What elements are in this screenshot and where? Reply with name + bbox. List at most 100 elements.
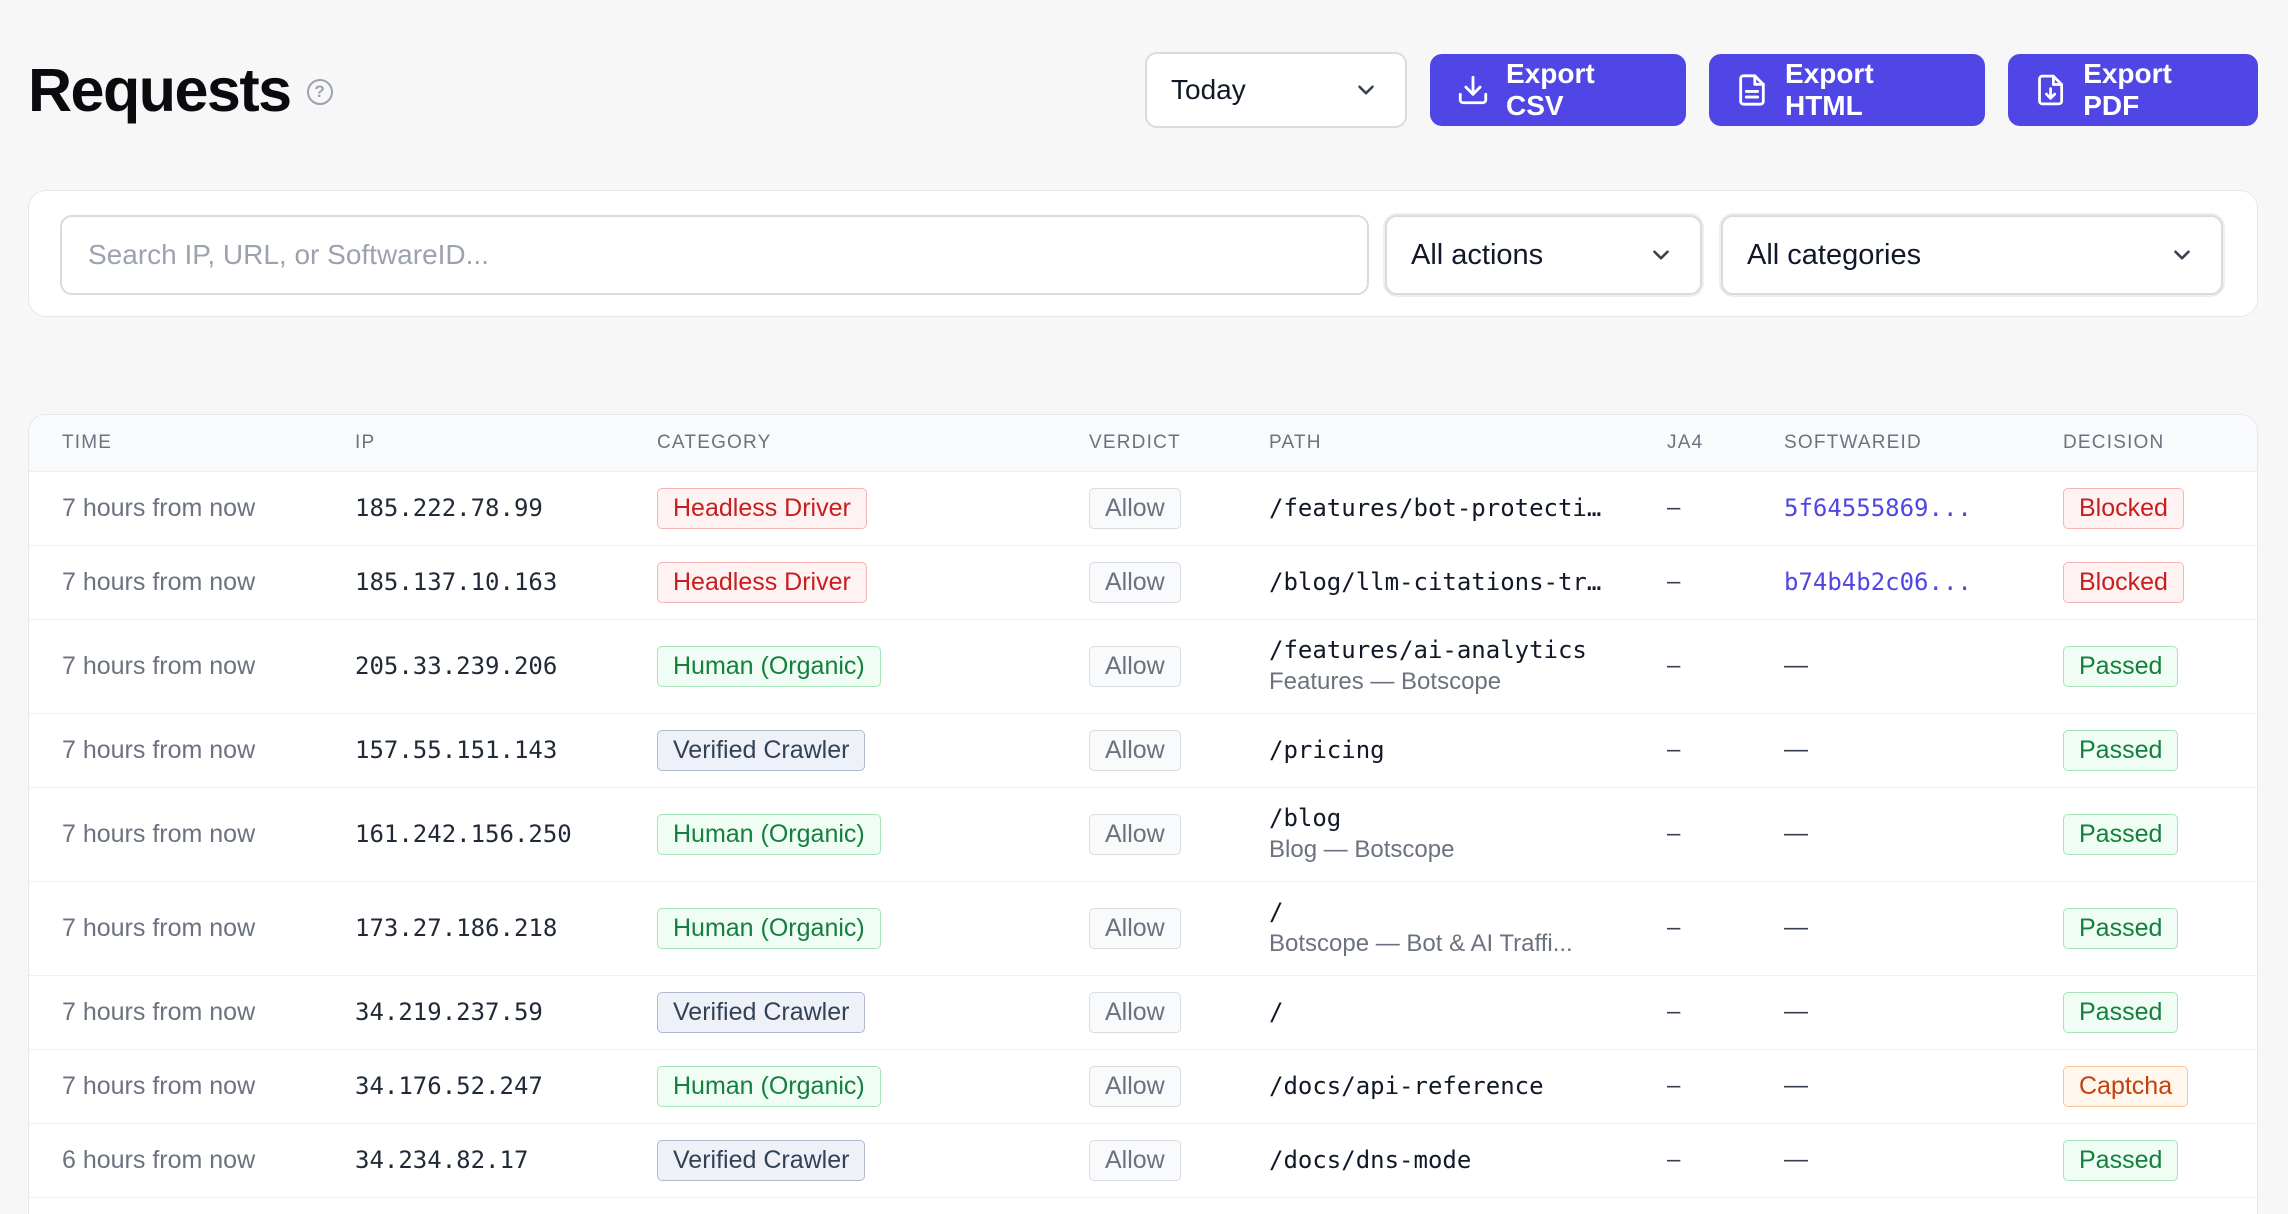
- decision-badge: Passed: [2063, 645, 2179, 687]
- actions-filter-value: All actions: [1411, 238, 1544, 271]
- column-header-category[interactable]: CATEGORY: [624, 415, 1056, 471]
- cell-verdict: Allow: [1056, 1123, 1236, 1198]
- cell-category: Headless Driver: [624, 471, 1056, 546]
- cell-path: /docs/api-reference: [1236, 1049, 1634, 1124]
- cell-path: /blog Blog — Botscope: [1236, 787, 1634, 882]
- cell-softwareid-link[interactable]: 5f64555869...: [1751, 471, 2030, 546]
- cell-time: 7 hours from now: [29, 787, 322, 882]
- cell-ja4: –: [1634, 881, 1751, 976]
- chevron-down-icon: [2174, 250, 2190, 260]
- cell-softwareid-link[interactable]: b74b4b2c06...: [1751, 545, 2030, 620]
- export-csv-button[interactable]: Export CSV: [1430, 54, 1686, 126]
- cell-decision: Passed: [2030, 975, 2257, 1050]
- category-badge: Headless Driver: [657, 487, 867, 529]
- cell-verdict: Allow: [1056, 545, 1236, 620]
- cell-ja4: –: [1634, 1049, 1751, 1124]
- header-actions: Today Export CSV Export HTML Export PDF: [1145, 52, 2258, 128]
- cell-category: Verified Crawler: [624, 713, 1056, 788]
- cell-softwareid: —: [1751, 881, 2030, 976]
- date-range-select[interactable]: Today: [1145, 52, 1407, 128]
- table-row[interactable]: 7 hours from now 34.176.52.247 Human (Or…: [29, 1049, 2257, 1124]
- table-row[interactable]: 7 hours from now 185.137.10.163 Headless…: [29, 545, 2257, 620]
- cell-time: 7 hours from now: [29, 471, 322, 546]
- categories-filter-select[interactable]: All categories: [1721, 215, 2223, 295]
- page-title-subtext: Botscope — Bot & AI Traffi...: [1269, 930, 1573, 957]
- cell-ja4: –: [1634, 471, 1751, 546]
- page-header: Requests ? Today Export CSV Export HTML …: [28, 52, 2258, 128]
- cell-path: /features/bot-protecti…: [1236, 471, 1634, 546]
- cell-softwareid: —: [1751, 713, 2030, 788]
- path-text: /blog/llm-citations-tr…: [1269, 568, 1602, 596]
- cell-decision: Passed: [2030, 713, 2257, 788]
- cell-ja4: –: [1634, 1123, 1751, 1198]
- cell-ja4: –: [1634, 975, 1751, 1050]
- table-row[interactable]: 7 hours from now 185.222.78.99 Headless …: [29, 471, 2257, 546]
- table-row[interactable]: 7 hours from now 205.33.239.206 Human (O…: [29, 619, 2257, 714]
- cell-path: /: [1236, 975, 1634, 1050]
- cell-ip: 185.137.10.163: [322, 545, 624, 620]
- export-pdf-button[interactable]: Export PDF: [2008, 54, 2258, 126]
- path-text: /features/bot-protecti…: [1269, 494, 1602, 522]
- column-header-decision[interactable]: DECISION: [2030, 415, 2257, 471]
- column-header-ip[interactable]: IP: [322, 415, 624, 471]
- cell-ip: 34.234.82.17: [322, 1123, 624, 1198]
- filter-bar: All actions All categories: [28, 190, 2258, 317]
- cell-path: /features/ai-analytics Features — Botscop…: [1236, 619, 1634, 714]
- cell-decision: Blocked: [2030, 471, 2257, 546]
- table-row[interactable]: 7 hours from now 173.27.186.218 Human (O…: [29, 881, 2257, 976]
- cell-verdict: Allow: [1056, 975, 1236, 1050]
- actions-filter-select[interactable]: All actions: [1385, 215, 1702, 295]
- verdict-badge: Allow: [1089, 991, 1181, 1033]
- cell-time: 7 hours from now: [29, 881, 322, 976]
- category-badge: Human (Organic): [657, 907, 881, 949]
- cell-decision: Blocked: [2030, 545, 2257, 620]
- cell-softwareid: —: [1751, 787, 2030, 882]
- table-row[interactable]: 7 hours from now 157.55.151.143 Verified…: [29, 713, 2257, 788]
- export-html-button[interactable]: Export HTML: [1709, 54, 1985, 126]
- page-title: Requests: [28, 56, 292, 124]
- column-header-softwareid[interactable]: SOFTWAREID: [1751, 415, 2030, 471]
- decision-badge: Blocked: [2063, 487, 2184, 529]
- cell-category: Human (Organic): [624, 619, 1056, 714]
- category-badge: Headless Driver: [657, 561, 867, 603]
- table-row[interactable]: 6 hours from now 34.234.82.17 Verified C…: [29, 1123, 2257, 1198]
- cell-path: /pricing: [1236, 713, 1634, 788]
- cell-time: 7 hours from now: [29, 619, 322, 714]
- table-row[interactable]: 7 hours from now 34.219.237.59 Verified …: [29, 975, 2257, 1050]
- cell-ja4: –: [1634, 787, 1751, 882]
- decision-badge: Blocked: [2063, 561, 2184, 603]
- page-title-subtext: Features — Botscope: [1269, 668, 1502, 695]
- cell-verdict: Allow: [1056, 713, 1236, 788]
- category-badge: Verified Crawler: [657, 991, 866, 1033]
- path-text: /features/ai-analytics: [1269, 636, 1587, 664]
- column-header-ja4[interactable]: JA4: [1634, 415, 1751, 471]
- export-csv-label: Export CSV: [1506, 58, 1595, 121]
- column-header-path[interactable]: PATH: [1236, 415, 1634, 471]
- cell-ja4: –: [1634, 545, 1751, 620]
- requests-table: TIME IP CATEGORY VERDICT PATH JA4 SOFTWA…: [28, 414, 2258, 1214]
- column-header-verdict[interactable]: VERDICT: [1056, 415, 1236, 471]
- help-icon[interactable]: ?: [306, 79, 333, 105]
- verdict-badge: Allow: [1089, 729, 1181, 771]
- table-row[interactable]: 7 hours from now 161.242.156.250 Human (…: [29, 787, 2257, 882]
- cell-time: 7 hours from now: [29, 975, 322, 1050]
- path-text: /docs/api-reference: [1269, 1072, 1544, 1100]
- cell-softwareid: —: [1751, 1049, 2030, 1124]
- categories-filter-value: All categories: [1747, 238, 1922, 271]
- table-row[interactable]: [29, 1197, 2257, 1214]
- column-header-time[interactable]: TIME: [29, 415, 322, 471]
- cell-verdict: Allow: [1056, 1049, 1236, 1124]
- path-text: /: [1269, 998, 1284, 1026]
- export-pdf-label: Export PDF: [2083, 58, 2172, 121]
- decision-badge: Passed: [2063, 729, 2179, 771]
- cell-category: Verified Crawler: [624, 975, 1056, 1050]
- verdict-badge: Allow: [1089, 907, 1181, 949]
- path-text: /pricing: [1269, 736, 1385, 764]
- cell-softwareid: —: [1751, 619, 2030, 714]
- search-input[interactable]: [60, 215, 1369, 295]
- cell-time: 6 hours from now: [29, 1123, 322, 1198]
- decision-badge: Captcha: [2063, 1065, 2189, 1107]
- cell-path: / Botscope — Bot & AI Traffi...: [1236, 881, 1634, 976]
- table-header-row: TIME IP CATEGORY VERDICT PATH JA4 SOFTWA…: [29, 415, 2257, 471]
- verdict-badge: Allow: [1089, 813, 1181, 855]
